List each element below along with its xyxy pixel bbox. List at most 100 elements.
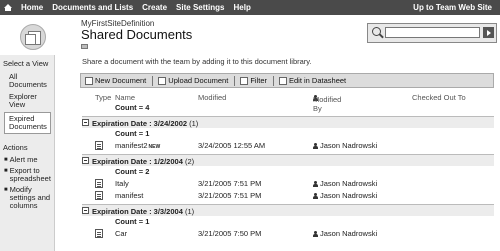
- list-toolbar: New Document Upload Document Filter Edit…: [80, 73, 494, 88]
- group-label-text: Expiration Date : 3/3/2004: [92, 207, 183, 216]
- modified-by[interactable]: Jason Nadrowski: [313, 179, 377, 188]
- group-count: Count = 2: [82, 166, 494, 177]
- datasheet-icon: [279, 76, 287, 85]
- column-type[interactable]: Type: [95, 93, 111, 102]
- word-document-icon[interactable]: [95, 191, 103, 200]
- toolbar-divider: [273, 75, 274, 86]
- table-row: Italy 3/21/2005 7:51 PM Jason Nadrowski: [82, 177, 494, 189]
- modified-date: 3/21/2005 7:50 PM: [198, 229, 262, 238]
- quick-launch-sidebar: Select a View All Documents Explorer Vie…: [0, 55, 55, 251]
- nav-site-settings[interactable]: Site Settings: [176, 3, 224, 12]
- collapse-icon[interactable]: [82, 207, 89, 214]
- group-header[interactable]: Expiration Date : 3/24/2002 (1): [82, 116, 494, 128]
- table-row: Car 3/21/2005 7:50 PM Jason Nadrowski: [82, 227, 494, 239]
- table-row: manifest 3/21/2005 7:51 PM Jason Nadrows…: [82, 189, 494, 201]
- modified-date: 3/24/2005 12:55 AM: [198, 141, 266, 150]
- page-header: MyFirstSiteDefinition Shared Documents: [0, 15, 500, 55]
- modified-date: 3/21/2005 7:51 PM: [198, 191, 262, 200]
- total-count: Count = 4: [82, 102, 494, 113]
- group-label: Expiration Date : 1/2/2004 (2): [92, 157, 194, 166]
- word-document-icon[interactable]: [95, 229, 103, 238]
- new-document-button[interactable]: New Document: [85, 76, 146, 85]
- toolbar-divider: [152, 75, 154, 86]
- new-badge: NEW: [148, 144, 161, 150]
- column-name[interactable]: Name: [115, 93, 135, 102]
- group-count-text: Count = 1: [115, 129, 150, 138]
- modified-by[interactable]: Jason Nadrowski: [313, 191, 377, 200]
- top-nav-links: Home Documents and Lists Create Site Set…: [4, 3, 260, 12]
- document-name-link[interactable]: Italy: [115, 179, 129, 188]
- modified-by-name: Jason Nadrowski: [320, 229, 378, 238]
- nav-help[interactable]: Help: [234, 3, 251, 12]
- modified-by-name: Jason Nadrowski: [320, 191, 378, 200]
- column-modified[interactable]: Modified: [198, 93, 226, 102]
- person-icon: [313, 142, 318, 149]
- nav-documents-and-lists[interactable]: Documents and Lists: [52, 3, 133, 12]
- column-checked-out-to[interactable]: Checked Out To: [412, 93, 466, 102]
- filter-icon: [240, 76, 249, 85]
- group-count-text: Count = 2: [115, 167, 150, 176]
- top-nav-bar: Home Documents and Lists Create Site Set…: [0, 0, 500, 15]
- word-document-icon[interactable]: [95, 141, 103, 150]
- main-content: Share a document with the team by adding…: [80, 55, 500, 251]
- person-icon: [313, 230, 318, 237]
- modified-date: 3/21/2005 7:51 PM: [198, 179, 262, 188]
- word-document-icon[interactable]: [95, 179, 103, 188]
- group-count: Count = 1: [82, 216, 494, 227]
- search-go-button[interactable]: [483, 27, 494, 38]
- collapse-icon[interactable]: [82, 157, 89, 164]
- bullet-icon: ■: [4, 157, 8, 163]
- action-export-spreadsheet[interactable]: ■ Export to spreadsheet: [0, 166, 54, 185]
- modified-by-name: Jason Nadrowski: [320, 179, 378, 188]
- edit-in-datasheet-label: Edit in Datasheet: [289, 76, 347, 85]
- document-name-link[interactable]: manifest: [115, 191, 143, 200]
- person-icon: [313, 180, 318, 187]
- modified-by[interactable]: Jason Nadrowski: [313, 141, 377, 150]
- home-icon[interactable]: [4, 4, 12, 11]
- group-item-count: (2): [184, 157, 195, 166]
- upload-document-button[interactable]: Upload Document: [158, 76, 228, 85]
- group-header[interactable]: Expiration Date : 1/2/2004 (2): [82, 154, 494, 166]
- view-all-documents[interactable]: All Documents: [0, 71, 54, 91]
- group-item-count: (1): [189, 119, 199, 128]
- new-document-icon: [85, 76, 93, 85]
- group-label-text: Expiration Date : 3/24/2002: [92, 119, 188, 128]
- document-name-text: manifest2: [115, 141, 148, 150]
- view-explorer[interactable]: Explorer View: [0, 91, 54, 111]
- nav-home[interactable]: Home: [21, 3, 43, 12]
- group-label-text: Expiration Date : 1/2/2004: [92, 157, 183, 166]
- document-name-link[interactable]: manifest2NEW: [115, 141, 160, 150]
- group-count: Count = 1: [82, 128, 494, 139]
- nav-create[interactable]: Create: [142, 3, 167, 12]
- modified-by[interactable]: Jason Nadrowski: [313, 229, 377, 238]
- document-list: Type Name Modified Modified By Checked O…: [82, 91, 494, 239]
- group-header[interactable]: Expiration Date : 3/3/2004 (1): [82, 204, 494, 216]
- up-to-team-site-link[interactable]: Up to Team Web Site: [413, 3, 492, 12]
- table-row: manifest2NEW 3/24/2005 12:55 AM Jason Na…: [82, 139, 494, 151]
- action-label: Export to spreadsheet: [9, 166, 51, 183]
- action-modify-settings[interactable]: ■ Modify settings and columns: [0, 185, 54, 212]
- document-library-icon: [20, 24, 46, 50]
- action-label: Alert me: [9, 155, 38, 164]
- search-input[interactable]: [385, 27, 480, 38]
- view-expired-documents[interactable]: Expired Documents: [4, 112, 51, 134]
- toolbar-divider: [234, 75, 236, 86]
- folder-icon[interactable]: [81, 44, 88, 49]
- filter-label: Filter: [250, 76, 267, 85]
- edit-in-datasheet-button[interactable]: Edit in Datasheet: [279, 76, 346, 85]
- group-item-count: (1): [184, 207, 195, 216]
- document-name-link[interactable]: Car: [115, 229, 127, 238]
- action-alert-me[interactable]: ■ Alert me: [0, 155, 54, 166]
- collapse-icon[interactable]: [82, 119, 89, 126]
- group-label: Expiration Date : 3/24/2002 (1): [92, 119, 198, 128]
- group-label: Expiration Date : 3/3/2004 (1): [92, 207, 194, 216]
- page-title: Shared Documents: [81, 27, 193, 42]
- upload-document-label: Upload Document: [168, 76, 229, 85]
- group-count-text: Count = 1: [115, 217, 150, 226]
- actions-heading: Actions: [3, 143, 28, 152]
- filter-button[interactable]: Filter: [240, 76, 267, 85]
- search-panel: [367, 23, 497, 43]
- bullet-icon: ■: [4, 168, 8, 174]
- total-count-text: Count = 4: [115, 103, 150, 112]
- person-icon: [313, 192, 318, 199]
